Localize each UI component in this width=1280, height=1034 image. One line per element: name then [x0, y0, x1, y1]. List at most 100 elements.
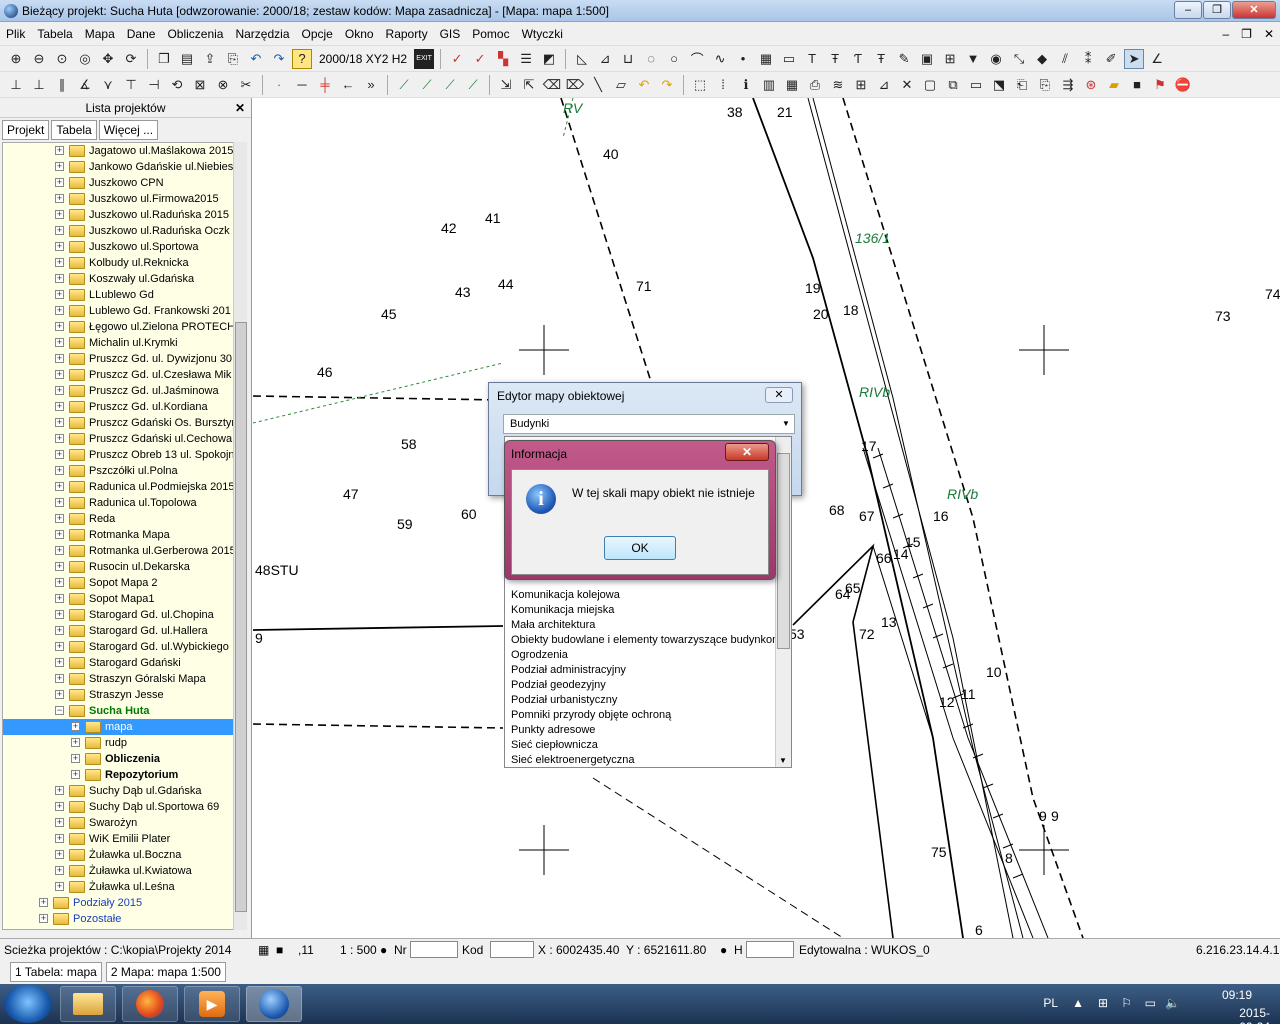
explorer-taskbar-icon[interactable] — [60, 986, 116, 1022]
undo-icon[interactable]: ↶ — [246, 49, 266, 69]
paste-icon[interactable]: ⎘ — [1035, 75, 1055, 95]
clipboard-icon[interactable]: ⎗ — [1012, 75, 1032, 95]
folder-icon[interactable]: ▰ — [1104, 75, 1124, 95]
tree-item[interactable]: + Żuławka ul.Kwiatowa — [3, 863, 233, 879]
frame-icon[interactable]: ▢ — [920, 75, 940, 95]
grid-toggle-icon[interactable]: ▦ — [258, 943, 269, 957]
tree-item[interactable]: + Żuławka ul.Leśna — [3, 879, 233, 895]
network-icon[interactable]: ▭ — [1145, 996, 1156, 1010]
snap-perp-icon[interactable]: ⟋ — [440, 75, 460, 95]
h-field[interactable] — [746, 941, 794, 958]
chart-icon[interactable]: ▚ — [493, 49, 513, 69]
edit-icon[interactable]: ✐ — [1101, 49, 1121, 69]
segment-icon[interactable]: ─ — [292, 75, 312, 95]
tree-item[interactable]: + Żuławka ul.Boczna — [3, 847, 233, 863]
firefox-taskbar-icon[interactable] — [122, 986, 178, 1022]
menu-obliczenia[interactable]: Obliczenia — [161, 27, 229, 41]
tab-tabela-mapa[interactable]: 1 Tabela: mapa — [10, 962, 102, 982]
tree-item[interactable]: + rudp — [3, 735, 233, 751]
bisector-icon[interactable]: ⋎ — [98, 75, 118, 95]
tree-item[interactable]: + Pszczółki ul.Polna — [3, 463, 233, 479]
flag-icon[interactable]: ⚐ — [1121, 996, 1132, 1010]
zoom-window-icon[interactable]: ⊙ — [52, 49, 72, 69]
mdi-minimize-button[interactable]: – — [1222, 27, 1229, 41]
zoom-in-icon[interactable]: ⊕ — [6, 49, 26, 69]
layer-list-item[interactable]: Sieć elektroenergetyczna — [511, 754, 635, 766]
layer-combo[interactable]: Budynki ▼ — [503, 414, 795, 434]
tab-tabela[interactable]: Tabela — [51, 120, 97, 140]
expand-icon[interactable]: + — [55, 354, 64, 363]
expand-icon[interactable]: + — [55, 802, 64, 811]
info-tool-icon[interactable]: ℹ — [736, 75, 756, 95]
frames-icon[interactable]: ⧉ — [943, 75, 963, 95]
expand-icon[interactable]: + — [55, 322, 64, 331]
exit-icon[interactable]: EXIT — [414, 48, 435, 69]
offset-icon[interactable]: ⫽ — [1055, 49, 1075, 69]
layer-list-item[interactable]: Podział administracyjny — [511, 664, 626, 676]
eraser-icon[interactable]: ⌫ — [542, 75, 562, 95]
redo-icon[interactable]: ↷ — [269, 49, 289, 69]
tree-item[interactable]: + Pruszcz Gd. ul.Jaśminowa — [3, 383, 233, 399]
crossing-icon[interactable]: ✕ — [897, 75, 917, 95]
tree-item[interactable]: − Sucha Huta — [3, 703, 233, 719]
tree-item[interactable]: + Pruszcz Gdański Os. Bursztyn — [3, 415, 233, 431]
export-icon[interactable]: ⇪ — [200, 49, 220, 69]
window-frame-icon[interactable]: ▭ — [966, 75, 986, 95]
move-icon[interactable]: ⊠ — [190, 75, 210, 95]
draw-polyline-icon[interactable]: ⊿ — [595, 49, 615, 69]
stack-icon[interactable]: ≋ — [828, 75, 848, 95]
tree-item[interactable]: + Suchy Dąb ul.Gdańska — [3, 783, 233, 799]
mdi-restore-button[interactable]: ❐ — [1241, 27, 1252, 41]
menu-raporty[interactable]: Raporty — [380, 27, 434, 41]
menu-opcje[interactable]: Opcje — [296, 27, 339, 41]
expand-icon[interactable]: − — [55, 706, 64, 715]
menu-plik[interactable]: Plik — [0, 27, 31, 41]
layer-list-scrollbar-thumb[interactable] — [777, 453, 790, 649]
snap-end-icon[interactable]: ⟋ — [394, 75, 414, 95]
layer-list-item[interactable]: Podział urbanistyczny — [511, 694, 617, 706]
tab-projekt[interactable]: Projekt — [2, 120, 50, 140]
expand-icon[interactable]: + — [55, 274, 64, 283]
editor-close-button[interactable]: ✕ — [765, 387, 793, 403]
expand-icon[interactable]: + — [55, 882, 64, 891]
ok-button[interactable]: OK — [604, 536, 676, 560]
tree-item[interactable]: + Rotmanka Mapa — [3, 527, 233, 543]
parallel-icon[interactable]: ∥ — [52, 75, 72, 95]
expand-icon[interactable]: + — [71, 722, 80, 731]
numbering-tool-icon[interactable]: ⁞ — [713, 75, 733, 95]
pan-icon[interactable]: ✥ — [98, 49, 118, 69]
layer-list-item[interactable]: Mała architektura — [511, 619, 595, 631]
zoom-all-icon[interactable]: ◎ — [75, 49, 95, 69]
tree-item[interactable]: + Jagatowo ul.Maślakowa 2015 — [3, 143, 233, 159]
scroll-down-icon[interactable]: ▼ — [779, 756, 787, 765]
snap-mid-icon[interactable]: ⟋ — [417, 75, 437, 95]
export-cad-icon[interactable]: ⇶ — [1058, 75, 1078, 95]
expand-icon[interactable]: + — [55, 786, 64, 795]
layers-icon[interactable]: ▤ — [177, 49, 197, 69]
mdi-close-button[interactable]: ✕ — [1264, 27, 1274, 41]
expand-icon[interactable]: + — [55, 690, 64, 699]
layer-list-item[interactable]: Komunikacja kolejowa — [511, 589, 620, 601]
symbol-icon[interactable]: ▭ — [779, 49, 799, 69]
windows-flag-icon[interactable]: ⊞ — [1098, 996, 1108, 1010]
tree-scrollbar[interactable] — [233, 142, 247, 930]
panel-close-icon[interactable]: ✕ — [235, 98, 245, 118]
ruler-icon[interactable]: ⊿ — [874, 75, 894, 95]
perpendicular-icon[interactable]: ⊥ — [29, 75, 49, 95]
kod-field[interactable] — [490, 941, 534, 958]
gps-icon[interactable]: ⊛ — [1081, 75, 1101, 95]
table-icon[interactable]: ⊞ — [940, 49, 960, 69]
tree-item[interactable]: + Radunica ul.Podmiejska 2015 — [3, 479, 233, 495]
chevron-down-icon[interactable]: ▼ — [780, 415, 792, 433]
text-alt-icon[interactable]: Ŧ — [871, 49, 891, 69]
expand-icon[interactable]: + — [55, 226, 64, 235]
project-tree[interactable]: + Jagatowo ul.Maślakowa 2015 + Jankowo Gdań… — [2, 142, 234, 930]
draw-rect-icon[interactable]: ⊔ — [618, 49, 638, 69]
scale-value[interactable]: 1 : 500 — [340, 943, 377, 957]
numbering-icon[interactable]: ⁑ — [1078, 49, 1098, 69]
pin-icon[interactable]: ⚑ — [1150, 75, 1170, 95]
image-icon[interactable]: ▣ — [917, 49, 937, 69]
black-fill-icon[interactable]: ■ — [1127, 75, 1147, 95]
menu-okno[interactable]: Okno — [339, 27, 380, 41]
delete-vertex-icon[interactable]: ⊗ — [213, 75, 233, 95]
